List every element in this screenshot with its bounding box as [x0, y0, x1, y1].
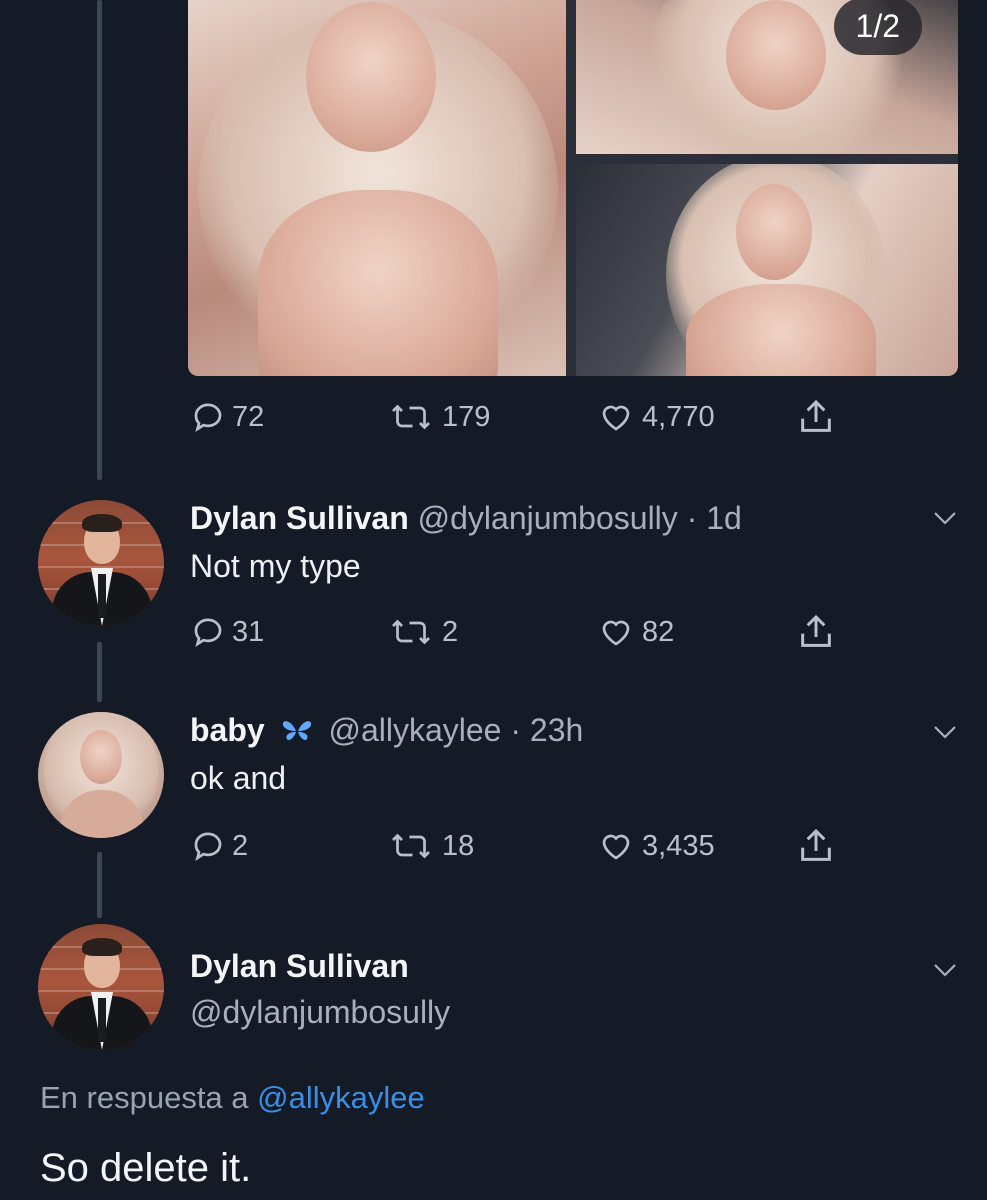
tweet-text: So delete it. [40, 1146, 252, 1190]
retweet-count: 18 [442, 829, 475, 862]
user-handle[interactable]: @allykaylee [328, 712, 501, 748]
like-button[interactable]: 3,435 [596, 826, 715, 866]
thread-line [97, 642, 102, 702]
tweet-header: Dylan Sullivan [190, 948, 409, 985]
reply-count: 31 [232, 615, 265, 648]
tweet-actions: 2 18 3,435 [190, 826, 870, 866]
retweet-icon [392, 833, 430, 859]
avatar[interactable] [38, 500, 164, 626]
media-photo-1[interactable] [188, 0, 566, 376]
retweet-button[interactable]: 179 [386, 397, 490, 437]
like-count: 3,435 [642, 829, 715, 862]
like-count: 82 [642, 615, 675, 648]
reply-context-label: En respuesta a [40, 1080, 249, 1115]
heart-icon [602, 620, 630, 646]
chevron-down-icon[interactable] [930, 960, 960, 980]
share-button[interactable] [796, 826, 836, 866]
share-icon [801, 399, 831, 432]
tweet-text: ok and [190, 760, 287, 796]
reply-count: 2 [232, 829, 249, 862]
share-button[interactable] [796, 397, 836, 437]
avatar[interactable] [38, 924, 164, 1050]
retweet-icon [392, 619, 430, 645]
media-counter-badge: 1/2 [833, 0, 922, 55]
retweet-count: 179 [442, 400, 491, 433]
thread-line [97, 0, 102, 480]
tweet-time: · 23h [510, 712, 584, 748]
chevron-down-icon[interactable] [930, 508, 960, 528]
reply-button[interactable]: 2 [190, 826, 248, 866]
avatar[interactable] [38, 712, 164, 838]
tweet-header: baby @allykaylee · 23h [190, 712, 583, 749]
tweet-media-grid[interactable]: 1/2 [188, 0, 958, 376]
share-icon [801, 614, 831, 647]
display-name[interactable]: Dylan Sullivan [190, 948, 409, 984]
reply-button[interactable]: 31 [190, 612, 264, 652]
user-handle[interactable]: @dylanjumbosully [190, 994, 450, 1030]
reply-button[interactable]: 72 [190, 397, 264, 437]
tweet-actions: 31 2 82 [190, 612, 870, 652]
retweet-button[interactable]: 18 [386, 826, 474, 866]
tweet-header-handle: @dylanjumbosully [190, 994, 450, 1031]
tweet-text: Not my type [190, 548, 361, 584]
tweet-time: · 1d [686, 500, 742, 536]
reply-icon [194, 832, 222, 862]
display-name[interactable]: baby [190, 712, 265, 748]
like-button[interactable]: 4,770 [596, 397, 715, 437]
reply-context: En respuesta a @allykaylee [40, 1080, 425, 1116]
like-button[interactable]: 82 [596, 612, 674, 652]
tweet-actions: 72 179 4,770 [190, 397, 870, 437]
retweet-icon [392, 404, 430, 430]
reply-icon [194, 403, 222, 433]
chevron-down-icon[interactable] [930, 722, 960, 742]
reply-mention-link[interactable]: @allykaylee [257, 1080, 425, 1115]
reply-icon [194, 618, 222, 648]
reply-count: 72 [232, 400, 265, 433]
media-photo-3[interactable] [576, 164, 958, 376]
retweet-button[interactable]: 2 [386, 612, 458, 652]
tweet-header: Dylan Sullivan @dylanjumbosully · 1d [190, 500, 742, 537]
retweet-count: 2 [442, 615, 459, 648]
heart-icon [602, 405, 630, 431]
like-count: 4,770 [642, 400, 715, 433]
display-name[interactable]: Dylan Sullivan [190, 500, 409, 536]
butterfly-icon [282, 721, 311, 741]
user-handle[interactable]: @dylanjumbosully [418, 500, 678, 536]
thread-line [97, 852, 102, 918]
share-icon [801, 828, 831, 861]
share-button[interactable] [796, 612, 836, 652]
heart-icon [602, 834, 630, 860]
